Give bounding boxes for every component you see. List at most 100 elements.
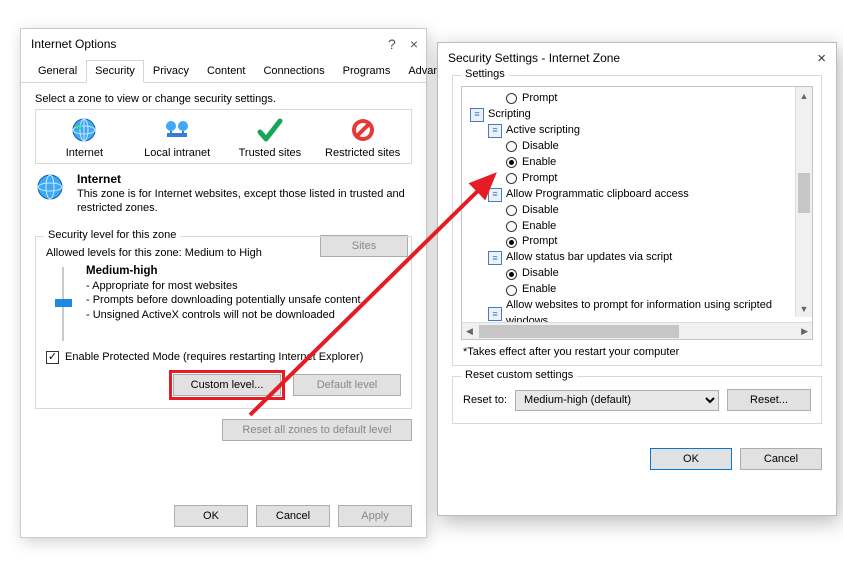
zone-internet-label: Internet (66, 147, 103, 159)
settings-group: Settings Prompt≡Scripting≡Active scripti… (452, 75, 822, 366)
tab-general[interactable]: General (29, 60, 86, 83)
tab-content[interactable]: Content (198, 60, 255, 83)
internet-options-window: Internet Options ? × General Security Pr… (20, 28, 427, 538)
radio-label: Prompt (522, 91, 557, 107)
radio-icon[interactable] (506, 93, 517, 104)
category-label: Scripting (488, 107, 531, 123)
zone-intranet[interactable]: Local intranet (138, 116, 216, 159)
io-title: Internet Options (31, 37, 116, 51)
zone-instruction: Select a zone to view or change security… (35, 93, 412, 105)
tab-security[interactable]: Security (86, 60, 144, 83)
tree-category[interactable]: ≡ Scripting (470, 107, 812, 123)
restricted-icon (347, 116, 379, 144)
security-slider[interactable] (52, 265, 74, 343)
zone-restricted-label: Restricted sites (325, 147, 400, 159)
radio-option[interactable]: Enable (488, 219, 812, 235)
radio-icon[interactable] (506, 173, 517, 184)
script-icon: ≡ (488, 251, 502, 265)
radio-icon[interactable] (506, 141, 517, 152)
radio-option[interactable]: Enable (488, 155, 812, 171)
help-icon[interactable]: ? (388, 36, 396, 52)
radio-label: Enable (522, 219, 556, 235)
script-icon: ≡ (488, 124, 502, 138)
cancel-button[interactable]: Cancel (740, 448, 822, 470)
script-icon: ≡ (488, 188, 502, 202)
subcategory-label: Allow status bar updates via script (506, 250, 672, 266)
tab-connections[interactable]: Connections (254, 60, 333, 83)
level-name: Medium-high (86, 265, 361, 277)
reset-group: Reset custom settings Reset to: Medium-h… (452, 376, 822, 424)
level-bullet: - Appropriate for most websites (86, 279, 361, 294)
reset-button[interactable]: Reset... (727, 389, 811, 411)
horizontal-scrollbar[interactable]: ◀ ▶ (462, 322, 812, 339)
radio-label: Prompt (522, 234, 557, 250)
radio-option[interactable]: Disable (488, 203, 812, 219)
tab-programs[interactable]: Programs (334, 60, 400, 83)
zone-trusted[interactable]: Trusted sites (231, 116, 309, 159)
zone-name: Internet (77, 172, 121, 186)
ok-button[interactable]: OK (650, 448, 732, 470)
radio-icon[interactable] (506, 285, 517, 296)
radio-option[interactable]: Enable (488, 282, 812, 298)
scroll-left-icon[interactable]: ◀ (466, 326, 473, 337)
radio-option[interactable]: Disable (488, 139, 812, 155)
radio-icon[interactable] (506, 221, 517, 232)
scroll-down-icon[interactable]: ▼ (796, 300, 812, 317)
tree-subcategory[interactable]: ≡ Allow status bar updates via script (488, 250, 812, 266)
reset-to-select[interactable]: Medium-high (default) (515, 390, 719, 411)
apply-button[interactable]: Apply (338, 505, 412, 527)
cancel-button[interactable]: Cancel (256, 505, 330, 527)
radio-icon[interactable] (506, 205, 517, 216)
globe-icon (35, 172, 65, 202)
radio-label: Disable (522, 266, 559, 282)
reset-to-label: Reset to: (463, 394, 507, 406)
allowed-levels: Allowed levels for this zone: Medium to … (46, 247, 401, 259)
radio-icon[interactable] (506, 237, 517, 248)
io-titlebar: Internet Options ? × (21, 29, 426, 59)
level-bullet: - Unsigned ActiveX controls will not be … (86, 308, 361, 323)
zone-intranet-label: Local intranet (144, 147, 210, 159)
default-level-button[interactable]: Default level (293, 374, 401, 396)
tree-subcategory[interactable]: ≡ Allow Programmatic clipboard access (488, 187, 812, 203)
close-icon[interactable]: × (817, 50, 826, 67)
settings-tree[interactable]: Prompt≡Scripting≡Active scriptingDisable… (461, 86, 813, 340)
tree-subcategory[interactable]: ≡ Active scripting (488, 123, 812, 139)
protected-mode-checkbox[interactable]: ✓ Enable Protected Mode (requires restar… (46, 351, 401, 364)
scroll-right-icon[interactable]: ▶ (801, 326, 808, 337)
zone-internet[interactable]: Internet (45, 116, 123, 159)
security-level-fieldset: Security level for this zone Allowed lev… (35, 236, 412, 409)
zone-description: Internet This zone is for Internet websi… (35, 164, 412, 230)
radio-option[interactable]: Prompt (488, 171, 812, 187)
hscroll-thumb[interactable] (479, 325, 679, 338)
slider-thumb[interactable] (55, 299, 72, 307)
script-icon: ≡ (488, 307, 502, 321)
scroll-thumb[interactable] (798, 173, 810, 213)
radio-option[interactable]: Prompt (470, 91, 812, 107)
tab-privacy[interactable]: Privacy (144, 60, 198, 83)
ok-button[interactable]: OK (174, 505, 248, 527)
scroll-up-icon[interactable]: ▲ (796, 87, 812, 104)
radio-option[interactable]: Disable (488, 266, 812, 282)
radio-label: Enable (522, 155, 556, 171)
level-bullet: - Prompts before downloading potentially… (86, 293, 361, 308)
subcategory-label: Allow Programmatic clipboard access (506, 187, 689, 203)
radio-label: Enable (522, 282, 556, 298)
security-settings-window: Security Settings - Internet Zone × Sett… (437, 42, 837, 516)
radio-icon[interactable] (506, 157, 517, 168)
script-icon: ≡ (470, 108, 484, 122)
close-icon[interactable]: × (410, 36, 418, 52)
io-tabstrip: General Security Privacy Content Connect… (21, 59, 426, 83)
checkmark-icon (254, 116, 286, 144)
subcategory-label: Active scripting (506, 123, 580, 139)
reset-legend: Reset custom settings (461, 369, 577, 381)
globe-icon (68, 116, 100, 144)
checkbox-icon[interactable]: ✓ (46, 351, 59, 364)
reset-all-zones-button[interactable]: Reset all zones to default level (222, 419, 412, 441)
intranet-icon (161, 116, 193, 144)
radio-label: Disable (522, 139, 559, 155)
ss-title: Security Settings - Internet Zone (448, 51, 620, 65)
zone-restricted[interactable]: Restricted sites (324, 116, 402, 159)
vertical-scrollbar[interactable]: ▲ ▼ (795, 87, 812, 317)
radio-icon[interactable] (506, 269, 517, 280)
radio-option[interactable]: Prompt (488, 234, 812, 250)
